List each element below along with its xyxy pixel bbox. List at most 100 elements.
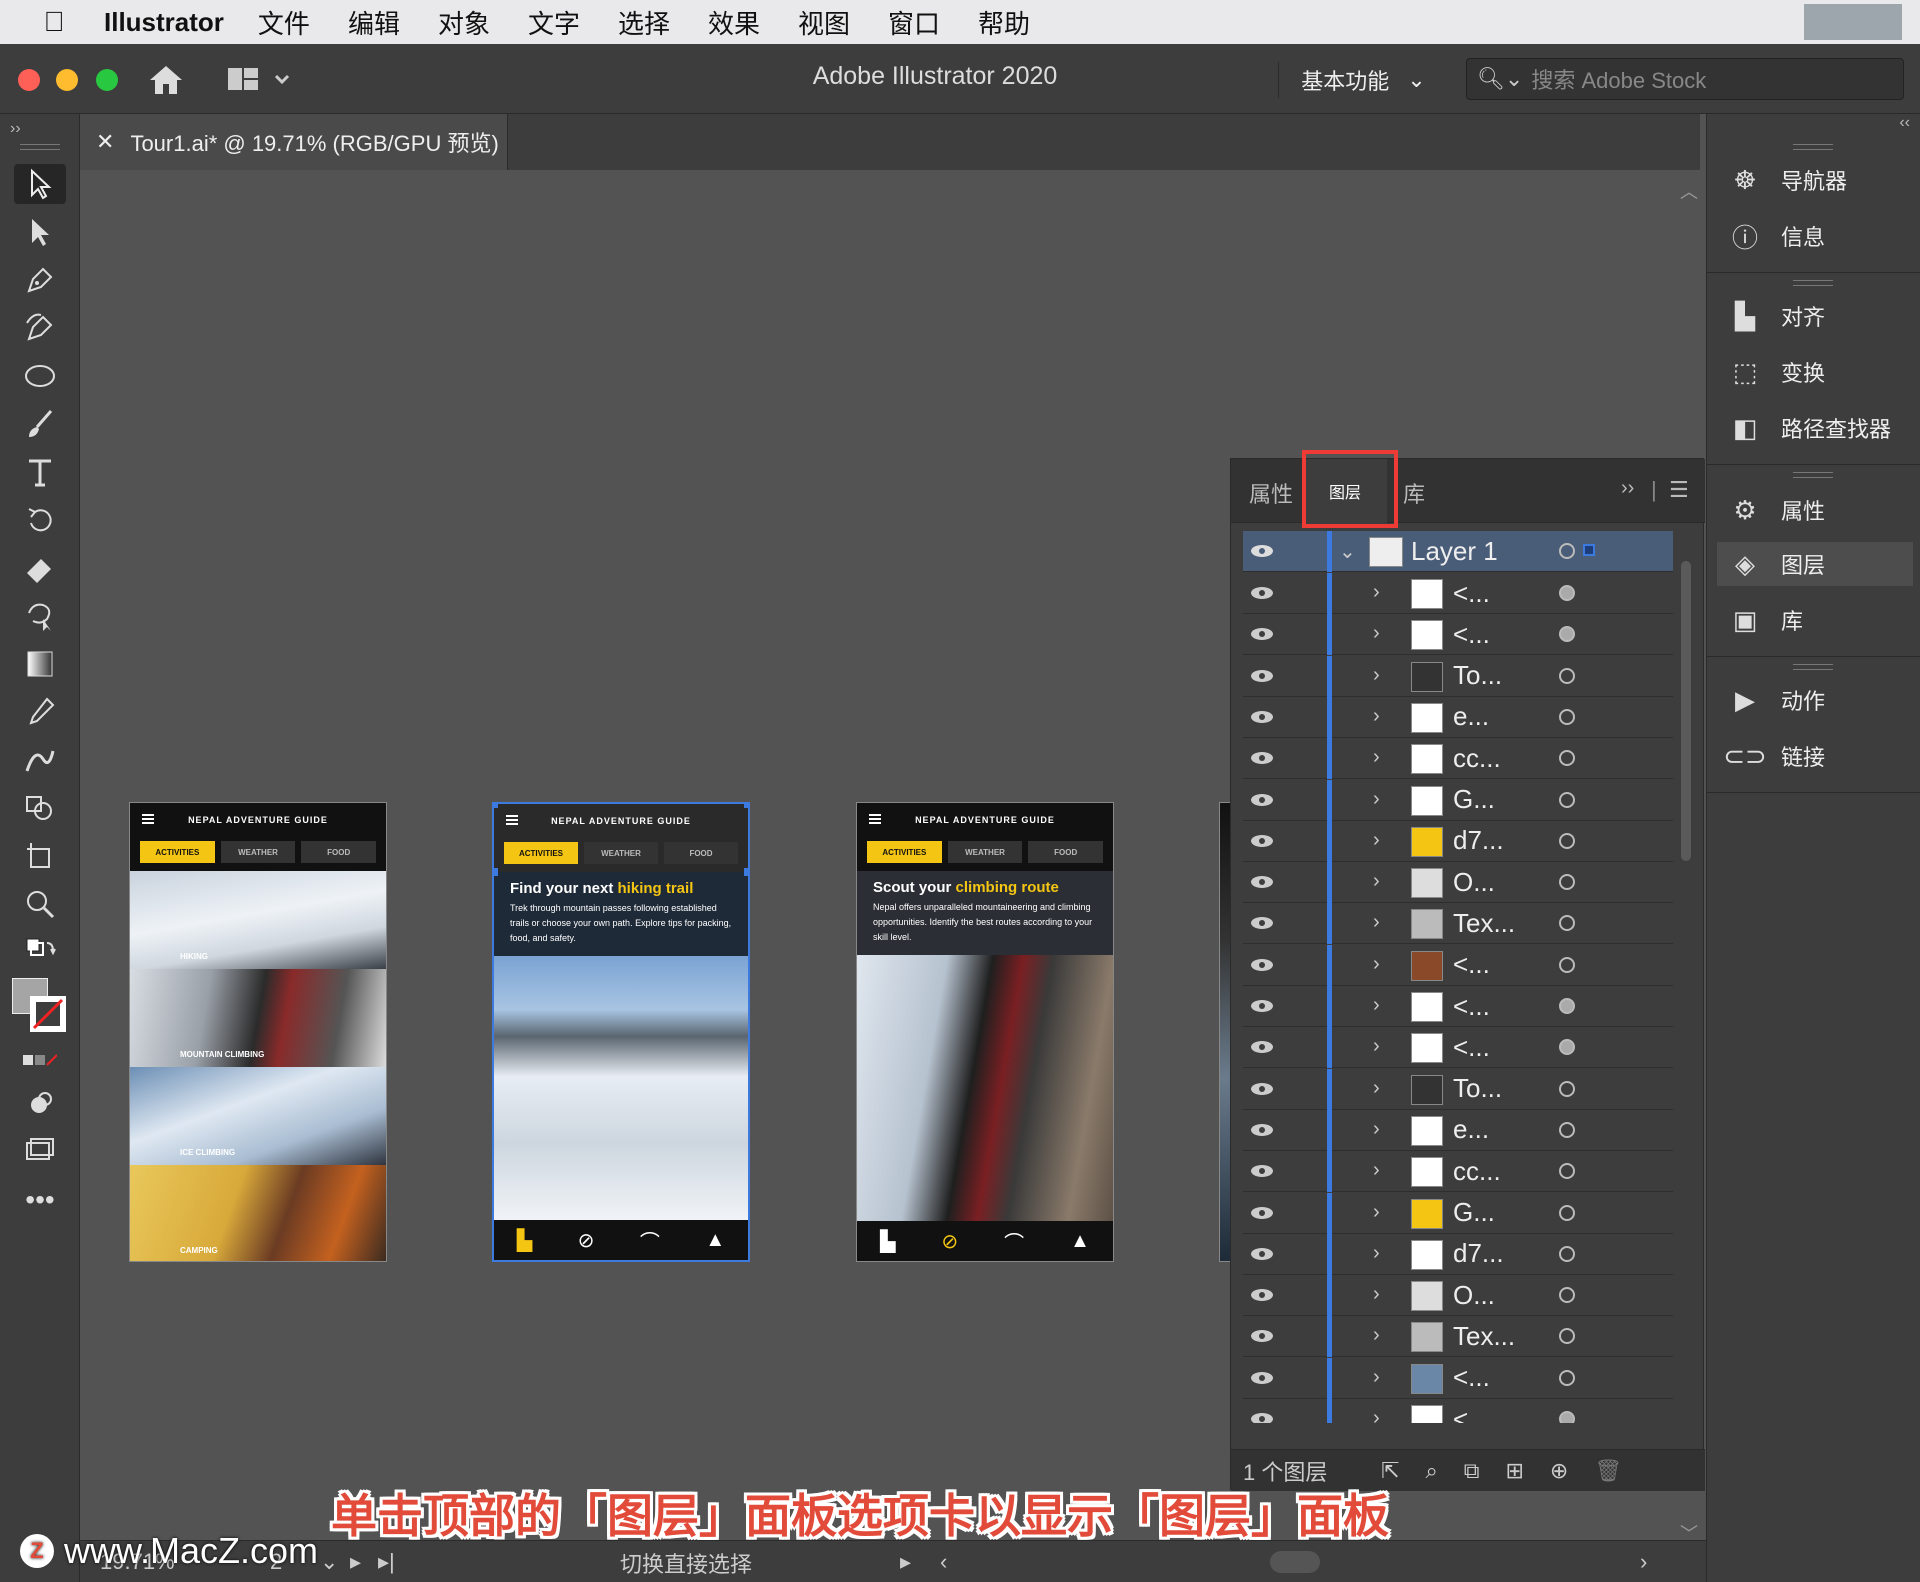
close-window-button[interactable] [18, 69, 40, 91]
sublayer-name[interactable]: <... [1453, 949, 1490, 980]
eye-icon[interactable] [1247, 624, 1277, 644]
target-circle-icon[interactable] [1559, 915, 1575, 932]
chevron-right-icon[interactable]: › [1373, 1242, 1380, 1265]
chevron-right-icon[interactable]: › [1373, 788, 1380, 811]
dock-item-libraries[interactable]: ▣ 库 [1727, 598, 1917, 642]
chevron-down-icon[interactable]: ⌄ [320, 1549, 338, 1575]
eye-icon[interactable] [1247, 748, 1277, 768]
app-menu[interactable]: Illustrator [104, 7, 224, 38]
sublayer-row[interactable]: › Tex... [1243, 903, 1673, 945]
scroll-right-icon[interactable]: › [1640, 1549, 1647, 1575]
tab-properties[interactable]: 属性 [1249, 477, 1293, 509]
sublayer-row[interactable]: › G... [1243, 1192, 1673, 1234]
panel-grip[interactable] [1793, 664, 1833, 670]
selection-handle[interactable] [494, 804, 498, 808]
target-circle-icon[interactable] [1559, 874, 1575, 891]
selection-handle[interactable] [744, 868, 748, 876]
eye-icon[interactable] [1247, 1079, 1277, 1099]
layer-row-top[interactable]: ⌄ Layer 1 [1243, 531, 1673, 572]
close-tab-icon[interactable]: ✕ [96, 129, 114, 155]
sublayer-row[interactable]: › <... [1243, 1027, 1673, 1069]
eye-icon[interactable] [1247, 1203, 1277, 1223]
menu-help[interactable]: 帮助 [978, 4, 1030, 41]
menu-file[interactable]: 文件 [258, 4, 310, 41]
workspace-switcher[interactable]: 基本功能 ⌄ [1278, 62, 1448, 98]
chevron-right-icon[interactable]: › [1373, 1324, 1380, 1347]
chevron-right-icon[interactable]: › [1373, 746, 1380, 769]
dock-item-properties[interactable]: ⚙ 属性 [1727, 488, 1917, 532]
new-layer-icon[interactable]: ⊕ [1550, 1458, 1568, 1484]
chevron-right-icon[interactable]: › [1373, 1283, 1380, 1306]
eye-icon[interactable] [1247, 707, 1277, 727]
eye-icon[interactable] [1247, 996, 1277, 1016]
chevron-right-icon[interactable]: › [1373, 1035, 1380, 1058]
selection-square-icon[interactable] [1583, 544, 1595, 556]
sublayer-name[interactable]: <... [1453, 1362, 1490, 1393]
dock-item-transform[interactable]: ⬚ 变换 [1727, 350, 1917, 394]
sublayer-row[interactable]: › Tex... [1243, 1316, 1673, 1358]
eye-icon[interactable] [1247, 831, 1277, 851]
artboard-2[interactable]: NEPAL ADVENTURE GUIDE ACTIVITIES WEATHER… [492, 802, 750, 1262]
artboard-prev-icon[interactable]: ▸ [350, 1549, 361, 1575]
eye-icon[interactable] [1247, 1037, 1277, 1057]
eye-icon[interactable] [1247, 790, 1277, 810]
eye-icon[interactable] [1247, 541, 1277, 561]
sublayer-name[interactable]: G... [1453, 1197, 1495, 1228]
layer-name[interactable]: Layer 1 [1411, 536, 1498, 567]
chevron-right-icon[interactable]: › [1373, 581, 1380, 604]
trash-icon[interactable]: 🗑︎ [1594, 1458, 1622, 1484]
blend-tool-icon[interactable] [14, 740, 66, 780]
target-circle-icon[interactable] [1559, 1411, 1575, 1423]
chevron-right-icon[interactable]: › [1373, 911, 1380, 934]
shape-builder-tool-icon[interactable] [14, 788, 66, 828]
chevron-right-icon[interactable]: › [1373, 1366, 1380, 1389]
target-circle-icon[interactable] [1559, 1287, 1575, 1304]
eye-icon[interactable] [1247, 1409, 1277, 1423]
panel-grip[interactable] [1793, 280, 1833, 286]
target-circle-icon[interactable] [1559, 832, 1575, 849]
sublayer-name[interactable]: d7... [1453, 1238, 1504, 1269]
sublayer-name[interactable]: cc... [1453, 1156, 1501, 1187]
panel-grip[interactable] [1793, 144, 1833, 150]
sublayer-row[interactable]: › cc... [1243, 738, 1673, 780]
gradient-tool-icon[interactable] [14, 644, 66, 684]
eye-icon[interactable] [1247, 1161, 1277, 1181]
minimize-window-button[interactable] [56, 69, 78, 91]
curvature-tool-icon[interactable] [14, 308, 66, 348]
target-circle-icon[interactable] [1559, 791, 1575, 808]
zoom-tool-icon[interactable] [14, 884, 66, 924]
eye-icon[interactable] [1247, 666, 1277, 686]
expand-toolbar-icon[interactable]: ›› [10, 120, 21, 138]
menu-window[interactable]: 窗口 [888, 4, 940, 41]
sublayer-row[interactable]: › To... [1243, 655, 1673, 697]
sublayer-name[interactable]: <... [1453, 1032, 1490, 1063]
sublayer-row[interactable]: › <... [1243, 1399, 1673, 1423]
arrange-documents-icon[interactable] [226, 64, 296, 96]
document-tab[interactable]: ✕ Tour1.ai* @ 19.71% (RGB/GPU 预览) [80, 114, 508, 170]
artboard-last-icon[interactable]: ▸| [378, 1549, 395, 1575]
target-circle-icon[interactable] [1559, 1245, 1575, 1262]
chevron-right-icon[interactable]: › [1373, 1407, 1380, 1423]
target-circle-icon[interactable] [1559, 1369, 1575, 1386]
eye-icon[interactable] [1247, 913, 1277, 933]
menu-select[interactable]: 选择 [618, 4, 670, 41]
chevron-right-icon[interactable]: › [1373, 829, 1380, 852]
sublayer-name[interactable]: To... [1453, 660, 1502, 691]
scroll-left-icon[interactable]: ‹ [940, 1549, 947, 1575]
eye-icon[interactable] [1247, 1120, 1277, 1140]
chevron-right-icon[interactable]: › [1373, 705, 1380, 728]
target-circle-icon[interactable] [1559, 1080, 1575, 1097]
sublayer-name[interactable]: cc... [1453, 743, 1501, 774]
sublayer-row[interactable]: › O... [1243, 862, 1673, 904]
screen-mode-icon[interactable] [14, 1132, 66, 1172]
sublayer-row[interactable]: › G... [1243, 779, 1673, 821]
more-tools-icon[interactable]: ••• [14, 1180, 66, 1220]
sublayer-name[interactable]: d7... [1453, 825, 1504, 856]
dock-item-links[interactable]: ⊂⊃ 链接 [1723, 734, 1917, 778]
sublayer-row[interactable]: › <... [1243, 1357, 1673, 1399]
sublayer-name[interactable]: To... [1453, 1073, 1502, 1104]
sublayer-row[interactable]: › O... [1243, 1275, 1673, 1317]
eye-icon[interactable] [1247, 583, 1277, 603]
chevron-right-icon[interactable]: › [1373, 622, 1380, 645]
status-menu-icon[interactable]: ▸ [900, 1549, 911, 1575]
